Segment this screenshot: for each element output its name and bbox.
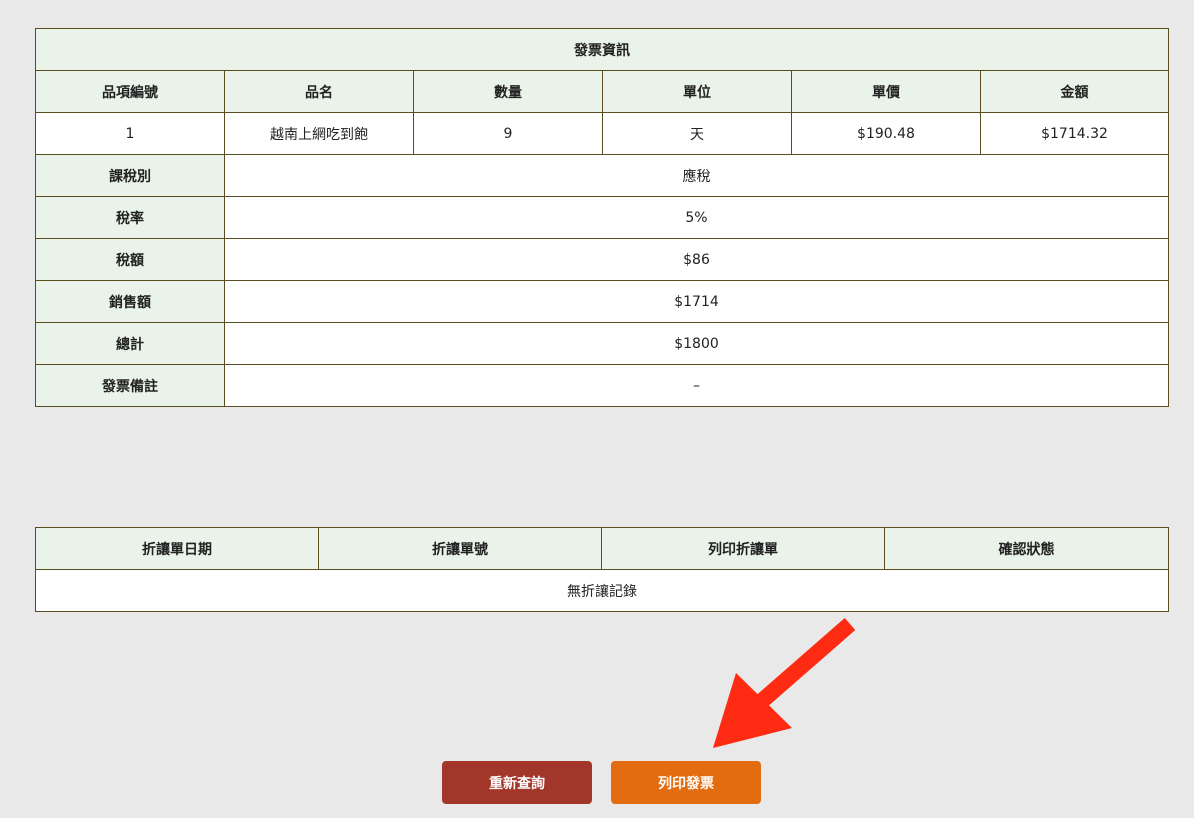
item-unit-cell: 天 [602,112,792,155]
column-header-item-name: 品名 [224,70,414,113]
total-row: 總計 $1800 [35,322,1169,365]
column-header-confirm-status: 確認狀態 [884,527,1169,570]
invoice-remark-value: – [224,364,1169,407]
tax-type-value: 應稅 [224,154,1169,197]
column-header-print-discount: 列印折讓單 [601,527,885,570]
discount-empty-message: 無折讓記錄 [35,569,1169,612]
invoice-column-header-row: 品項編號 品名 數量 單位 單價 金額 [35,70,1169,113]
column-header-unit: 單位 [602,70,792,113]
column-header-quantity: 數量 [413,70,603,113]
tax-type-row: 課稅別 應稅 [35,154,1169,197]
sales-amount-row: 銷售額 $1714 [35,280,1169,323]
column-header-amount: 金額 [980,70,1169,113]
invoice-remark-label: 發票備註 [35,364,225,407]
invoice-remark-row: 發票備註 – [35,364,1169,407]
tax-rate-value: 5% [224,196,1169,239]
item-no-cell: 1 [35,112,225,155]
red-arrow-icon [713,617,856,748]
total-label: 總計 [35,322,225,365]
column-header-discount-no: 折讓單號 [318,527,602,570]
sales-amount-value: $1714 [224,280,1169,323]
item-quantity-cell: 9 [413,112,603,155]
column-header-item-no: 品項編號 [35,70,225,113]
discount-column-header-row: 折讓單日期 折讓單號 列印折讓單 確認狀態 [35,527,1169,570]
invoice-title: 發票資訊 [35,28,1169,71]
item-unit-price-cell: $190.48 [791,112,981,155]
sales-amount-label: 銷售額 [35,280,225,323]
invoice-item-row: 1 越南上網吃到飽 9 天 $190.48 $1714.32 [35,112,1169,155]
invoice-title-row: 發票資訊 [35,28,1169,71]
invoice-table: 發票資訊 品項編號 品名 數量 單位 單價 金額 1 越南上網吃到飽 9 天 $… [35,28,1169,407]
column-header-unit-price: 單價 [791,70,981,113]
tax-amount-label: 稅額 [35,238,225,281]
tax-rate-row: 稅率 5% [35,196,1169,239]
discount-table: 折讓單日期 折讓單號 列印折讓單 確認狀態 無折讓記錄 [35,527,1169,612]
requery-button[interactable]: 重新查詢 [442,761,592,804]
total-value: $1800 [224,322,1169,365]
tax-rate-label: 稅率 [35,196,225,239]
print-invoice-button[interactable]: 列印發票 [611,761,761,804]
item-name-cell: 越南上網吃到飽 [224,112,414,155]
discount-empty-row: 無折讓記錄 [35,569,1169,612]
tax-amount-row: 稅額 $86 [35,238,1169,281]
tax-type-label: 課稅別 [35,154,225,197]
column-header-discount-date: 折讓單日期 [35,527,319,570]
item-amount-cell: $1714.32 [980,112,1169,155]
tax-amount-value: $86 [224,238,1169,281]
